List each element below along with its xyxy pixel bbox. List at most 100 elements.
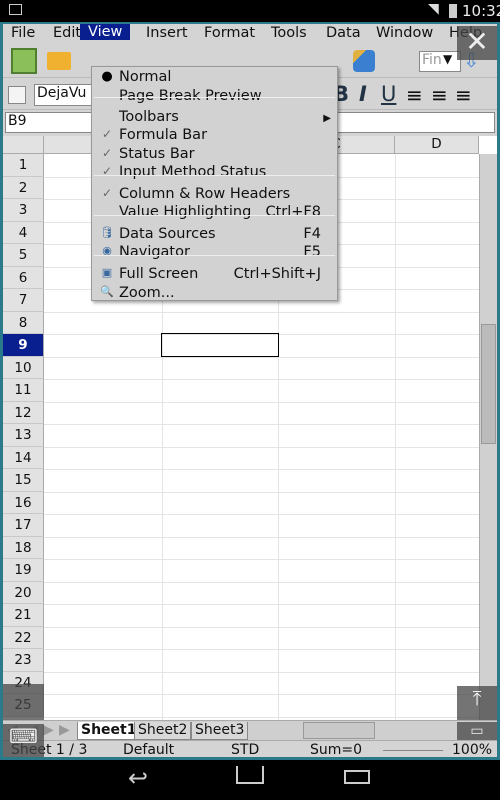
back-icon[interactable]: ↩ [128, 764, 148, 792]
menu-item-label: Toolbars [119, 109, 179, 125]
row-header-9[interactable]: 9 [3, 334, 44, 357]
zoom-slider[interactable] [383, 750, 443, 751]
row-header-5[interactable]: 5 [3, 244, 44, 267]
close-button[interactable]: ✕ [457, 26, 497, 60]
menu-format[interactable]: Format [204, 25, 255, 41]
menu-insert[interactable]: Insert [146, 25, 188, 41]
menu-file[interactable]: File [11, 25, 35, 41]
sheet-tab-2[interactable]: Sheet2 [134, 722, 192, 740]
row-header-4[interactable]: 4 [3, 221, 44, 244]
menu-item-label: Zoom... [119, 285, 175, 301]
android-status-bar: ◥ 10:32 [0, 0, 500, 22]
database-icon: 🛢 [100, 226, 114, 239]
menu-item-shortcut: Ctrl+Shift+J [233, 266, 321, 282]
keyboard-button[interactable]: ⌨ [3, 724, 44, 757]
menu-item-value-highlighting[interactable]: Value Highlighting Ctrl+F8 [92, 204, 337, 223]
menu-item-shortcut: F5 [303, 244, 321, 260]
row-header-23[interactable]: 23 [3, 649, 44, 672]
menu-item-input-method-status[interactable]: ✓ Input Method Status [92, 164, 337, 183]
menu-item-label: Navigator [119, 244, 190, 260]
selection-mode[interactable]: STD [231, 742, 259, 757]
new-spreadsheet-icon[interactable] [11, 48, 37, 74]
row-header-2[interactable]: 2 [3, 176, 44, 199]
horizontal-scrollbar[interactable] [303, 722, 375, 739]
align-right-icon[interactable]: ≡ [455, 83, 472, 107]
display-button[interactable]: ▭ [457, 722, 497, 740]
underline-button[interactable]: U [381, 82, 396, 106]
row-header-20[interactable]: 20 [3, 581, 44, 604]
menu-item-normal[interactable]: ● Normal [92, 69, 337, 88]
zoom-level[interactable]: 100% [452, 742, 492, 757]
row-header-10[interactable]: 10 [3, 356, 44, 379]
row-header-18[interactable]: 18 [3, 536, 44, 559]
styles-icon[interactable] [8, 86, 26, 104]
page-style[interactable]: Default [123, 742, 174, 757]
home-icon[interactable] [236, 766, 264, 784]
menu-item-label: Column & Row Headers [119, 186, 291, 202]
menu-item-label: Normal [119, 69, 172, 85]
row-header-6[interactable]: 6 [3, 266, 44, 289]
menu-item-full-screen[interactable]: ▣ Full Screen Ctrl+Shift+J [92, 266, 337, 285]
select-all-corner[interactable] [3, 136, 44, 154]
menu-item-formula-bar[interactable]: ✓ Formula Bar [92, 127, 337, 146]
menu-item-shortcut: F4 [303, 226, 321, 242]
menu-item-zoom[interactable]: 🔍 Zoom... [92, 285, 337, 304]
monitor-icon: ▣ [101, 266, 113, 279]
menu-item-shortcut: Ctrl+F8 [265, 204, 321, 220]
clock: 10:32 [462, 2, 500, 20]
row-header-11[interactable]: 11 [3, 379, 44, 402]
menu-edit[interactable]: Edit [53, 25, 81, 41]
row-header-19[interactable]: 19 [3, 559, 44, 582]
menu-item-data-sources[interactable]: 🛢 Data Sources F4 [92, 226, 337, 245]
row-header-16[interactable]: 16 [3, 491, 44, 514]
row-header-1[interactable]: 1 [3, 154, 44, 177]
row-header-8[interactable]: 8 [3, 311, 44, 334]
wifi-icon: ◥ [428, 1, 439, 17]
battery-charging-icon [449, 4, 457, 18]
open-folder-icon[interactable] [47, 52, 71, 70]
menu-tools[interactable]: Tools [271, 25, 307, 41]
scroll-up-button[interactable]: ⤒ [457, 686, 497, 720]
chevron-down-icon[interactable]: ▼ [443, 52, 452, 66]
next-sheet-button[interactable]: ▶ [43, 722, 54, 738]
menu-item-status-bar[interactable]: ✓ Status Bar [92, 146, 337, 165]
row-header-17[interactable]: 17 [3, 514, 44, 537]
row-header-7[interactable]: 7 [3, 289, 44, 312]
menu-view[interactable]: View [80, 24, 131, 40]
paintbrush-icon[interactable] [353, 50, 375, 72]
formula-input[interactable] [333, 112, 495, 133]
sheet-tab-1[interactable]: Sheet1 [77, 722, 141, 740]
column-header-D[interactable]: D [395, 136, 479, 154]
selected-cell[interactable] [161, 333, 279, 357]
menu-item-toolbars[interactable]: Toolbars ▶ [92, 109, 337, 128]
align-center-icon[interactable]: ≡ [431, 83, 448, 107]
last-sheet-button[interactable]: ▶ [59, 722, 70, 738]
sheet-tab-bar: ◀ ◀ ▶ ▶ Sheet1 Sheet2 Sheet3 [3, 720, 497, 740]
align-left-icon[interactable]: ≡ [406, 83, 423, 107]
menu-item-navigator[interactable]: ◉ Navigator F5 [92, 244, 337, 263]
menu-item-label: Formula Bar [119, 127, 208, 143]
row-header-13[interactable]: 13 [3, 424, 44, 447]
magnifier-icon: 🔍 [100, 285, 114, 298]
mouse-mode-button[interactable] [3, 684, 44, 720]
vertical-scrollbar[interactable] [479, 154, 497, 720]
row-header-22[interactable]: 22 [3, 626, 44, 649]
menu-item-column-row-headers[interactable]: ✓ Column & Row Headers [92, 186, 337, 205]
menu-item-label: Input Method Status [119, 164, 267, 180]
app-window: FileEditViewInsertFormatToolsDataWindowH… [0, 22, 500, 760]
menu-separator [94, 215, 335, 216]
row-header-3[interactable]: 3 [3, 199, 44, 222]
menu-data[interactable]: Data [326, 25, 361, 41]
find-input[interactable]: Fin [419, 51, 461, 72]
row-header-12[interactable]: 12 [3, 401, 44, 424]
italic-button[interactable]: I [359, 82, 367, 106]
recent-apps-icon[interactable] [344, 770, 370, 784]
row-header-15[interactable]: 15 [3, 469, 44, 492]
menu-window[interactable]: Window [376, 25, 433, 41]
sheet-tab-3[interactable]: Sheet3 [191, 722, 249, 740]
row-header-14[interactable]: 14 [3, 446, 44, 469]
row-header-21[interactable]: 21 [3, 604, 44, 627]
menu-item-label: Status Bar [119, 146, 195, 162]
checkmark-icon: ✓ [101, 127, 113, 141]
font-name-input[interactable]: DejaVu [34, 84, 94, 106]
